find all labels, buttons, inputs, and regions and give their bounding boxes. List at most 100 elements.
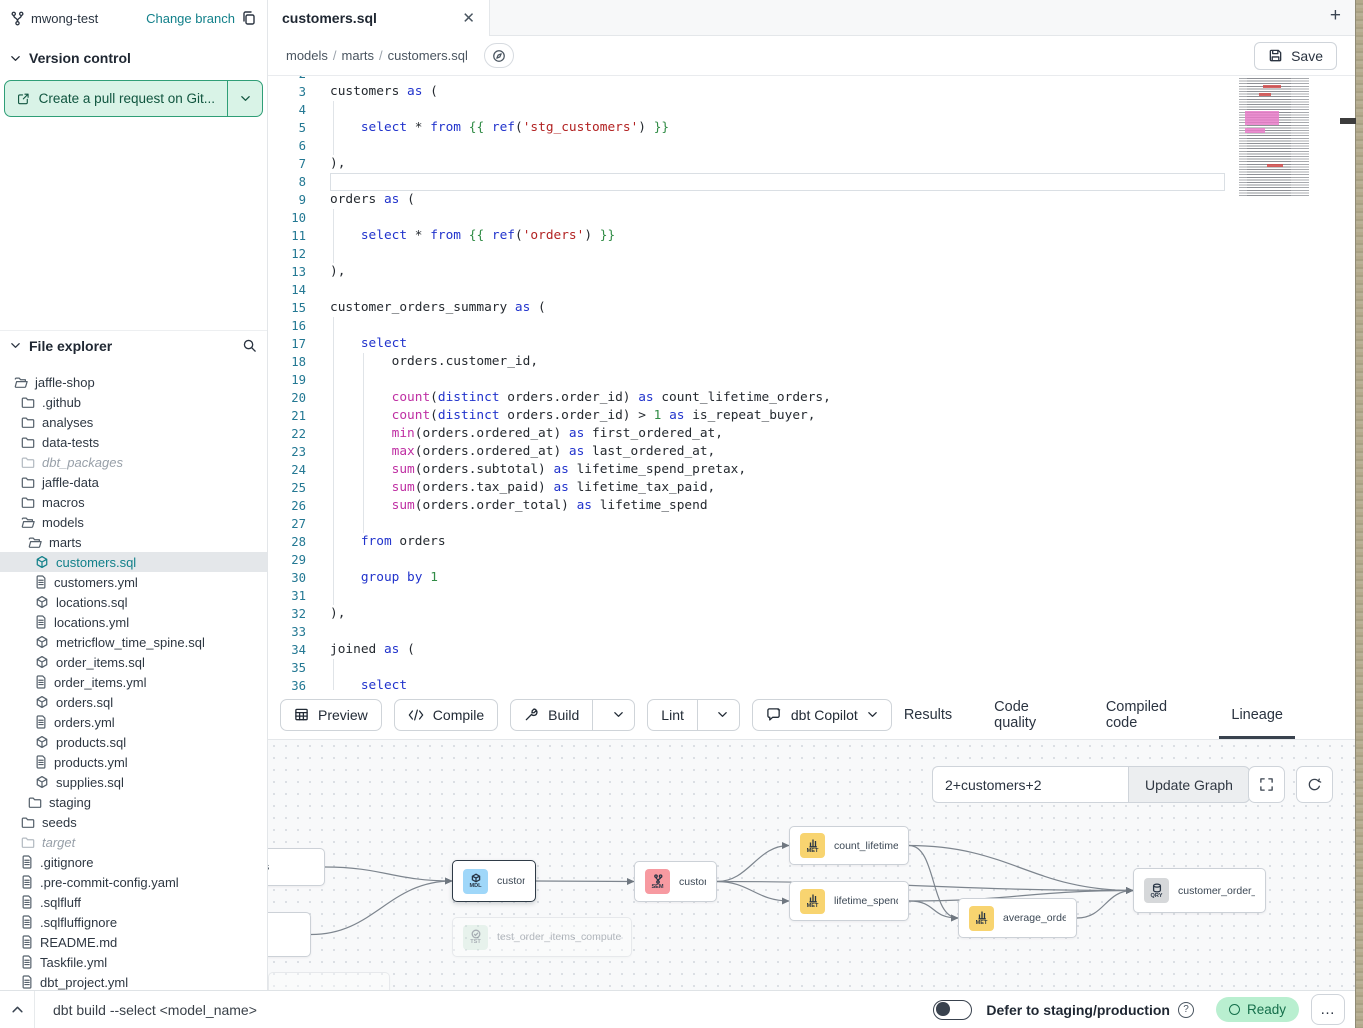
code-line-26[interactable]: 26 sum(orders.order_total) as lifetime_s…: [268, 497, 1355, 515]
code-line-10[interactable]: 10: [268, 209, 1355, 227]
lint-button[interactable]: Lint: [648, 700, 698, 730]
file-item-jaffle-data[interactable]: jaffle-data: [0, 472, 267, 492]
lineage-node-test-order-items-compute-to-bools-[interactable]: TSTtest_order_items_compute_to_bools...: [452, 917, 632, 957]
code-line-32[interactable]: 32),: [268, 605, 1355, 623]
code-line-31[interactable]: 31: [268, 587, 1355, 605]
update-graph-button[interactable]: Update Graph: [1128, 766, 1250, 803]
file-item-macros[interactable]: macros: [0, 492, 267, 512]
code-line-6[interactable]: 6: [268, 137, 1355, 155]
code-line-9[interactable]: 9orders as (: [268, 191, 1355, 209]
file-item-customers-yml[interactable]: customers.yml: [0, 572, 267, 592]
file-item-models[interactable]: models: [0, 512, 267, 532]
file-item-readme-md[interactable]: README.md: [0, 932, 267, 952]
file-item-data-tests[interactable]: data-tests: [0, 432, 267, 452]
code-line-29[interactable]: 29: [268, 551, 1355, 569]
code-line-34[interactable]: 34joined as (: [268, 641, 1355, 659]
code-line-19[interactable]: 19: [268, 371, 1355, 389]
lint-caret[interactable]: [707, 700, 739, 730]
file-item-supplies-sql[interactable]: supplies.sql: [0, 772, 267, 792]
file-item--gitignore[interactable]: .gitignore: [0, 852, 267, 872]
collapse-panel-button[interactable]: [0, 1003, 34, 1016]
lineage-node-customer-order-metrics[interactable]: QRYcustomer_order_metrics: [1133, 868, 1266, 913]
breadcrumb-marts[interactable]: marts: [342, 48, 375, 63]
create-pr-caret[interactable]: [228, 81, 262, 116]
file-item-locations-sql[interactable]: locations.sql: [0, 592, 267, 612]
code-line-2[interactable]: 2: [268, 76, 1355, 83]
file-item-metricflow-time-spine-sql[interactable]: metricflow_time_spine.sql: [0, 632, 267, 652]
code-line-20[interactable]: 20 count(distinct orders.order_id) as co…: [268, 389, 1355, 407]
code-line-28[interactable]: 28 from orders: [268, 533, 1355, 551]
code-line-15[interactable]: 15customer_orders_summary as (: [268, 299, 1355, 317]
build-caret[interactable]: [602, 700, 634, 730]
file-item-seeds[interactable]: seeds: [0, 812, 267, 832]
lineage-node-average-order-value[interactable]: METaverage_order_value: [958, 898, 1077, 938]
file-item-locations-yml[interactable]: locations.yml: [0, 612, 267, 632]
preview-button[interactable]: Preview: [280, 699, 382, 731]
tab-code-quality[interactable]: Code quality: [994, 690, 1064, 739]
code-line-24[interactable]: 24 sum(orders.subtotal) as lifetime_spen…: [268, 461, 1355, 479]
tab-compiled-code[interactable]: Compiled code: [1106, 690, 1190, 739]
breadcrumb-models[interactable]: models: [286, 48, 328, 63]
file-item-order-items-yml[interactable]: order_items.yml: [0, 672, 267, 692]
compile-button[interactable]: Compile: [394, 699, 498, 731]
file-item-analyses[interactable]: analyses: [0, 412, 267, 432]
file-item--github[interactable]: .github: [0, 392, 267, 412]
lineage-selector-input[interactable]: [932, 766, 1128, 803]
file-item-customers-sql[interactable]: customers.sql: [0, 552, 267, 572]
file-item-jaffle-shop[interactable]: jaffle-shop: [0, 372, 267, 392]
lineage-node-lifetime-spend-pretax[interactable]: METlifetime_spend_pretax: [789, 881, 909, 921]
help-icon[interactable]: ?: [1178, 1002, 1194, 1018]
code-line-21[interactable]: 21 count(distinct orders.order_id) > 1 a…: [268, 407, 1355, 425]
create-pr-button[interactable]: Create a pull request on Git...: [4, 80, 263, 117]
code-line-13[interactable]: 13),: [268, 263, 1355, 281]
code-line-4[interactable]: 4: [268, 101, 1355, 119]
file-item--sqlfluffignore[interactable]: .sqlfluffignore: [0, 912, 267, 932]
tab-customers-sql[interactable]: customers.sql ✕: [268, 0, 490, 36]
tab-lineage[interactable]: Lineage: [1231, 690, 1283, 739]
code-line-11[interactable]: 11 select * from {{ ref('orders') }}: [268, 227, 1355, 245]
file-item-staging[interactable]: staging: [0, 792, 267, 812]
defer-toggle[interactable]: [933, 1000, 972, 1020]
file-item-products-yml[interactable]: products.yml: [0, 752, 267, 772]
chevron-down-icon[interactable]: [10, 53, 21, 64]
search-icon[interactable]: [242, 338, 257, 353]
fullscreen-button[interactable]: [1248, 766, 1285, 803]
docs-compass-button[interactable]: [484, 43, 514, 68]
code-line-7[interactable]: 7),: [268, 155, 1355, 173]
minimap[interactable]: [1233, 76, 1322, 636]
command-input[interactable]: dbt build --select <model_name>: [35, 1002, 257, 1018]
close-icon[interactable]: ✕: [462, 9, 475, 27]
code-line-30[interactable]: 30 group by 1: [268, 569, 1355, 587]
file-item-orders-yml[interactable]: orders.yml: [0, 712, 267, 732]
code-line-14[interactable]: 14: [268, 281, 1355, 299]
code-line-23[interactable]: 23 max(orders.ordered_at) as last_ordere…: [268, 443, 1355, 461]
lineage-node-orders[interactable]: orders: [268, 912, 311, 957]
lineage-node-customers[interactable]: MDLcustomers: [452, 860, 536, 902]
file-item-taskfile-yml[interactable]: Taskfile.yml: [0, 952, 267, 972]
code-line-16[interactable]: 16: [268, 317, 1355, 335]
file-item--sqlfluff[interactable]: .sqlfluff: [0, 892, 267, 912]
tab-results[interactable]: Results: [904, 690, 952, 739]
change-branch-link[interactable]: Change branch: [146, 11, 235, 26]
file-item-target[interactable]: target: [0, 832, 267, 852]
file-item-orders-sql[interactable]: orders.sql: [0, 692, 267, 712]
copy-icon[interactable]: [241, 10, 257, 26]
code-line-25[interactable]: 25 sum(orders.tax_paid) as lifetime_tax_…: [268, 479, 1355, 497]
code-line-27[interactable]: 27: [268, 515, 1355, 533]
code-line-17[interactable]: 17 select: [268, 335, 1355, 353]
lineage-node-count-lifetime-orders[interactable]: METcount_lifetime_orders: [789, 826, 909, 865]
build-button[interactable]: Build: [511, 700, 593, 730]
dbt-copilot-button[interactable]: dbt Copilot: [752, 699, 892, 731]
code-line-33[interactable]: 33: [268, 623, 1355, 641]
refresh-button[interactable]: [1296, 766, 1333, 803]
file-item-marts[interactable]: marts: [0, 532, 267, 552]
save-button[interactable]: Save: [1254, 42, 1337, 70]
code-line-36[interactable]: 36 select: [268, 677, 1355, 690]
new-tab-button[interactable]: +: [1330, 5, 1341, 27]
file-item-dbt-packages[interactable]: dbt_packages: [0, 452, 267, 472]
file-item--pre-commit-config-yaml[interactable]: .pre-commit-config.yaml: [0, 872, 267, 892]
file-item-dbt-project-yml[interactable]: dbt_project.yml: [0, 972, 267, 990]
code-line-35[interactable]: 35: [268, 659, 1355, 677]
lineage-panel[interactable]: stg_customersordersMDLcustomersTSTtest_o…: [268, 740, 1355, 990]
code-line-22[interactable]: 22 min(orders.ordered_at) as first_order…: [268, 425, 1355, 443]
